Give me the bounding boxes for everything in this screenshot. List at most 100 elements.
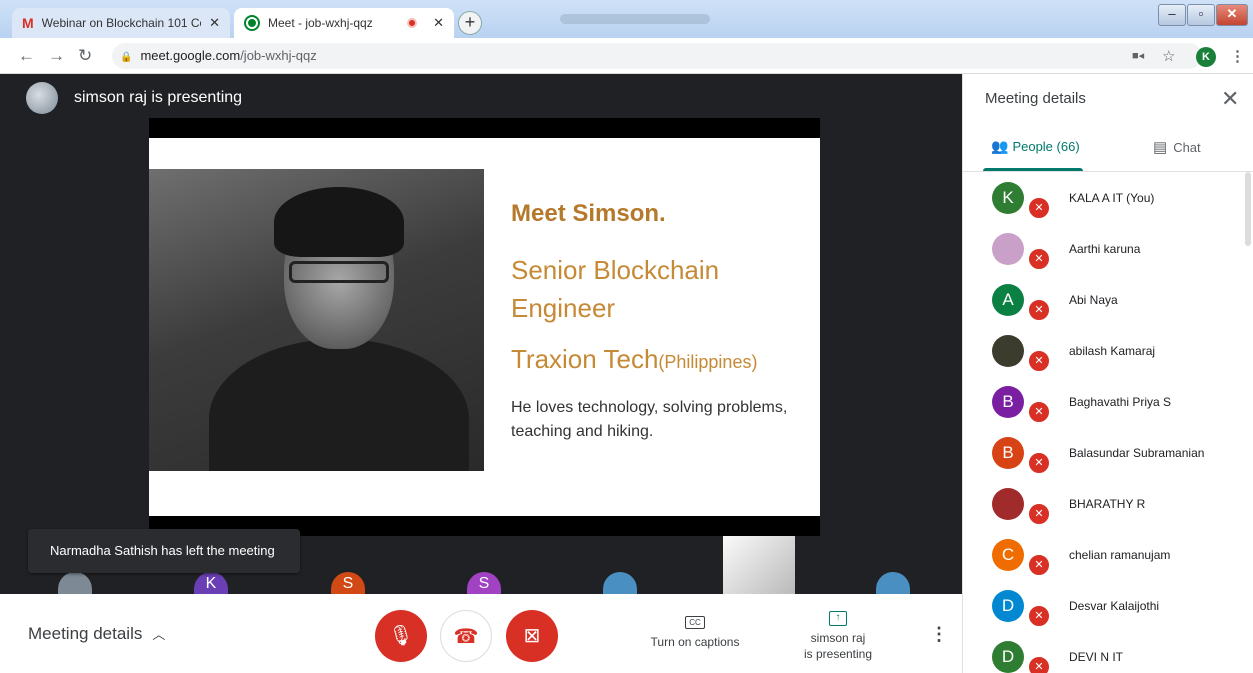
reload-icon[interactable]: ↻ [78,46,92,66]
tab-people-label: People (66) [1012,139,1080,154]
window-title-blur [560,14,710,24]
camera-off-icon: ⊠ [523,625,541,647]
meeting-details-panel: Meeting details ✕ 👥 People (66) ▤ Chat K ✕ K… [962,74,1253,673]
participant-row[interactable]: D ✕ DEVI N IT [963,631,1253,673]
chevron-up-icon: ︿ [152,627,166,642]
slide-role: Senior Blockchain Engineer [511,255,720,323]
participant-avatar: A [992,284,1024,316]
bookmark-star-icon[interactable]: ☆ [1162,47,1175,65]
active-tab-indicator [983,168,1083,171]
participant-name: Aarthi karuna [1069,242,1141,256]
url-field[interactable]: 🔒 meet.google.com/job-wxhj-qqz [112,43,1202,69]
mic-muted-icon: ✕ [1027,298,1051,322]
presenting-button[interactable]: ↑ simson raj is presenting [790,608,886,662]
chat-icon: ▤ [1153,139,1168,156]
participant-avatar [992,233,1024,265]
presenter-bar: simson raj is presenting [26,82,242,114]
scrollbar[interactable] [1245,172,1251,246]
participant-row[interactable]: ✕ Aarthi karuna [963,223,1253,274]
participant-thumbnail[interactable] [603,572,637,594]
lock-icon: 🔒 [120,52,133,63]
maximize-button[interactable]: ▫ [1187,4,1215,26]
mic-muted-icon: ✕ [1027,349,1051,373]
end-call-button[interactable]: ☎ [440,610,492,662]
minimize-button[interactable]: – [1158,4,1186,26]
meet-icon [246,17,258,29]
tab-people[interactable]: 👥 People (66) [991,138,1080,155]
back-icon[interactable]: ← [18,46,35,66]
presenting-line1: simson raj [810,631,866,645]
participant-thumbnail[interactable]: K [194,572,228,594]
participant-avatar: B [992,437,1024,469]
mic-muted-icon: ✕ [1027,196,1051,220]
mic-muted-icon: ✕ [1027,502,1051,526]
participant-row[interactable]: C ✕ chelian ramanujam [963,529,1253,580]
participant-row[interactable]: ✕ abilash Kamaraj [963,325,1253,376]
participant-thumbnail[interactable] [58,572,92,594]
mic-toggle-button[interactable]: 🎙 [375,610,427,662]
mic-muted-icon: ✕ [1027,247,1051,271]
people-icon: 👥 [991,138,1009,154]
slide-company: Traxion Tech(Philippines) [511,344,757,375]
tab-chat-label: Chat [1173,140,1201,155]
presentation-slide: Meet Simson. Senior Blockchain Engineer … [149,138,820,516]
participant-name: abilash Kamaraj [1069,344,1156,358]
gmail-icon: M [22,15,34,31]
company-location: (Philippines) [658,352,758,372]
tab-label: Meet - job-wxhj-qqz [268,16,373,30]
participant-name: KALA A IT (You) [1069,191,1155,205]
mic-muted-icon: ✕ [1027,655,1051,673]
participant-avatar: C [992,539,1024,571]
slide-title: Meet Simson. [511,200,666,227]
participant-row[interactable]: D ✕ Desvar Kalaijothi [963,580,1253,631]
captions-label: Turn on captions [650,635,740,649]
present-screen-icon: ↑ [829,611,847,626]
tab-chat[interactable]: ▤ Chat [1153,138,1201,156]
company-name: Traxion Tech [511,344,659,374]
participant-thumbnail[interactable]: S [467,572,501,594]
participant-name: chelian ramanujam [1069,548,1171,562]
presenter-avatar [26,82,58,114]
camera-icon[interactable]: ■◂ [1132,49,1144,62]
participant-thumbnail[interactable] [876,572,910,594]
close-icon[interactable]: ✕ [1221,86,1239,112]
captions-button[interactable]: CC Turn on captions [640,614,750,649]
mic-muted-icon: ✕ [1027,451,1051,475]
captions-icon: CC [685,616,705,629]
participant-thumbnail[interactable]: S [331,572,365,594]
profile-avatar[interactable]: K [1196,47,1216,67]
participant-row[interactable]: K ✕ KALA A IT (You) [963,172,1253,223]
more-options-icon[interactable]: ⋮ [930,624,948,645]
participant-avatar: K [992,182,1024,214]
participant-avatar: B [992,386,1024,418]
hang-up-icon: ☎ [453,626,479,648]
mic-muted-icon: ✕ [1027,400,1051,424]
window-close-button[interactable]: ✕ [1216,4,1248,26]
recording-indicator-icon [407,18,418,28]
meeting-details-button[interactable]: Meeting details ︿ [28,624,165,644]
participant-row[interactable]: B ✕ Baghavathi Priya S [963,376,1253,427]
address-bar-row: ← → ↻ 🔒 meet.google.com/job-wxhj-qqz ■◂ ☆… [0,38,1253,74]
close-tab-icon[interactable]: ✕ [209,15,220,31]
camera-toggle-button[interactable]: ⊠ [506,610,558,662]
meet-stage: simson raj is presenting Meet Simson. Se… [0,74,962,594]
url-path: /job-wxhj-qqz [240,48,317,63]
browser-menu-icon[interactable]: ⋮ [1230,47,1245,65]
close-tab-icon[interactable]: ✕ [433,15,444,31]
speaker-photo [149,169,484,471]
tab-label: Webinar on Blockchain 101 Conf [41,16,202,30]
participant-row[interactable]: A ✕ Abi Naya [963,274,1253,325]
browser-tab-bar: M Webinar on Blockchain 101 Conf ✕ Meet … [0,0,1253,38]
tab-gmail-webinar[interactable]: M Webinar on Blockchain 101 Conf ✕ [12,8,230,38]
participant-avatar: D [992,590,1024,622]
new-tab-button[interactable]: + [458,11,482,35]
forward-icon[interactable]: → [48,46,65,66]
participant-row[interactable]: B ✕ Balasundar Subramanian [963,427,1253,478]
participant-row[interactable]: ✕ BHARATHY R [963,478,1253,529]
tab-meet[interactable]: Meet - job-wxhj-qqz ✕ [234,8,454,38]
mic-muted-icon: ✕ [1027,604,1051,628]
presenter-label: simson raj is presenting [74,89,243,106]
participant-video-tile[interactable] [723,536,795,594]
participant-avatar [992,488,1024,520]
presenting-line2: is presenting [803,647,873,661]
